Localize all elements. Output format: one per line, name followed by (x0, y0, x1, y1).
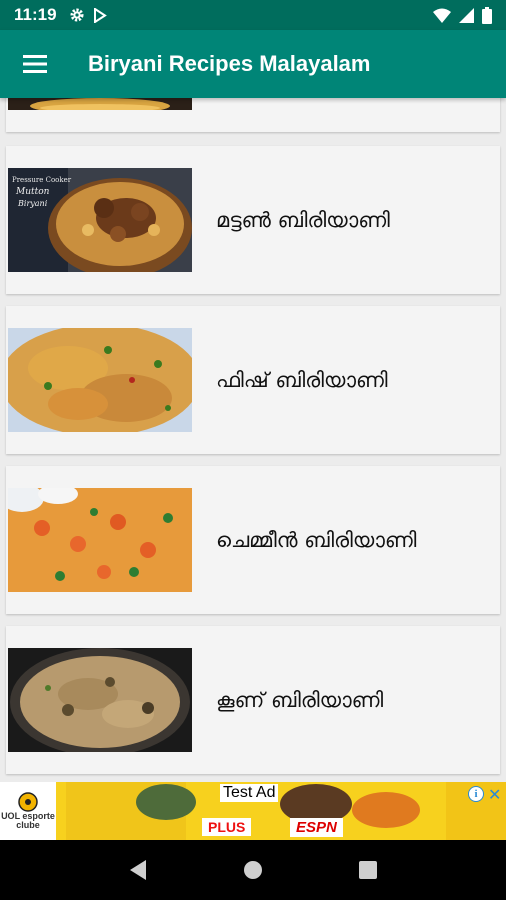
recipe-list[interactable]: Pressure Cooker Mutton Biryani മട്ടൺ ബിര… (0, 98, 506, 782)
recents-icon (359, 861, 378, 879)
ad-close-icon[interactable]: ✕ (488, 785, 501, 805)
svg-text:Pressure Cooker: Pressure Cooker (12, 176, 72, 184)
recipe-title: കൂണ് ബിരിയാണി (216, 687, 384, 712)
back-button[interactable] (123, 855, 153, 885)
status-bar: 11:19 (0, 0, 506, 30)
recipe-card[interactable]: Pressure Cooker Mutton Biryani മട്ടൺ ബിര… (6, 146, 500, 294)
play-store-icon (93, 7, 107, 23)
home-icon (243, 861, 262, 879)
wifi-icon (433, 8, 451, 23)
ad-logo-text: UOL esporte clube (1, 810, 55, 830)
ad-banner[interactable]: UOL esporte clube Test Ad PLUS ESPN i ✕ (0, 782, 506, 840)
app-title: Biryani Recipes Malayalam (88, 51, 371, 76)
prawn-biryani-image (8, 488, 192, 592)
recipe-title: ചെമ്മീൻ ബിരിയാണി (216, 527, 417, 552)
recipe-card[interactable]: ചെമ്മീൻ ബിരിയാണി (6, 466, 500, 614)
ad-espn-brand: ESPN (290, 818, 343, 837)
partial-biryani-image (8, 98, 192, 110)
soccer-ball-icon (18, 791, 38, 812)
recipe-card[interactable] (6, 98, 500, 132)
mushroom-biryani-image (8, 648, 192, 752)
ad-info-icon[interactable]: i (468, 786, 484, 802)
navigation-bar (0, 840, 506, 900)
recipe-card[interactable]: കൂണ് ബിരിയാണി (6, 626, 500, 774)
svg-text:Mutton: Mutton (15, 187, 50, 197)
test-ad-label: Test Ad (220, 784, 279, 802)
menu-button[interactable] (0, 30, 70, 98)
signal-icon (459, 7, 474, 23)
hamburger-menu-icon (23, 55, 47, 73)
mutton-biryani-image: Pressure Cooker Mutton Biryani (8, 168, 192, 272)
recipe-title: ഫിഷ് ബിരിയാണി (216, 367, 388, 392)
app-bar: Biryani Recipes Malayalam (0, 30, 506, 98)
battery-icon (482, 6, 492, 24)
home-button[interactable] (238, 855, 268, 885)
gear-icon (70, 8, 84, 22)
status-time: 11:19 (14, 5, 57, 24)
back-icon (129, 860, 146, 880)
recipe-title: മട്ടൺ ബിരിയാണി (216, 207, 390, 232)
recipe-card[interactable]: ഫിഷ് ബിരിയാണി (6, 306, 500, 454)
svg-text:Biryani: Biryani (17, 199, 48, 208)
recents-button[interactable] (353, 855, 383, 885)
ad-plus-brand: PLUS (202, 818, 252, 836)
ad-background-image (56, 782, 506, 840)
fish-biryani-image (8, 328, 192, 432)
ad-logo: UOL esporte clube (0, 782, 56, 840)
